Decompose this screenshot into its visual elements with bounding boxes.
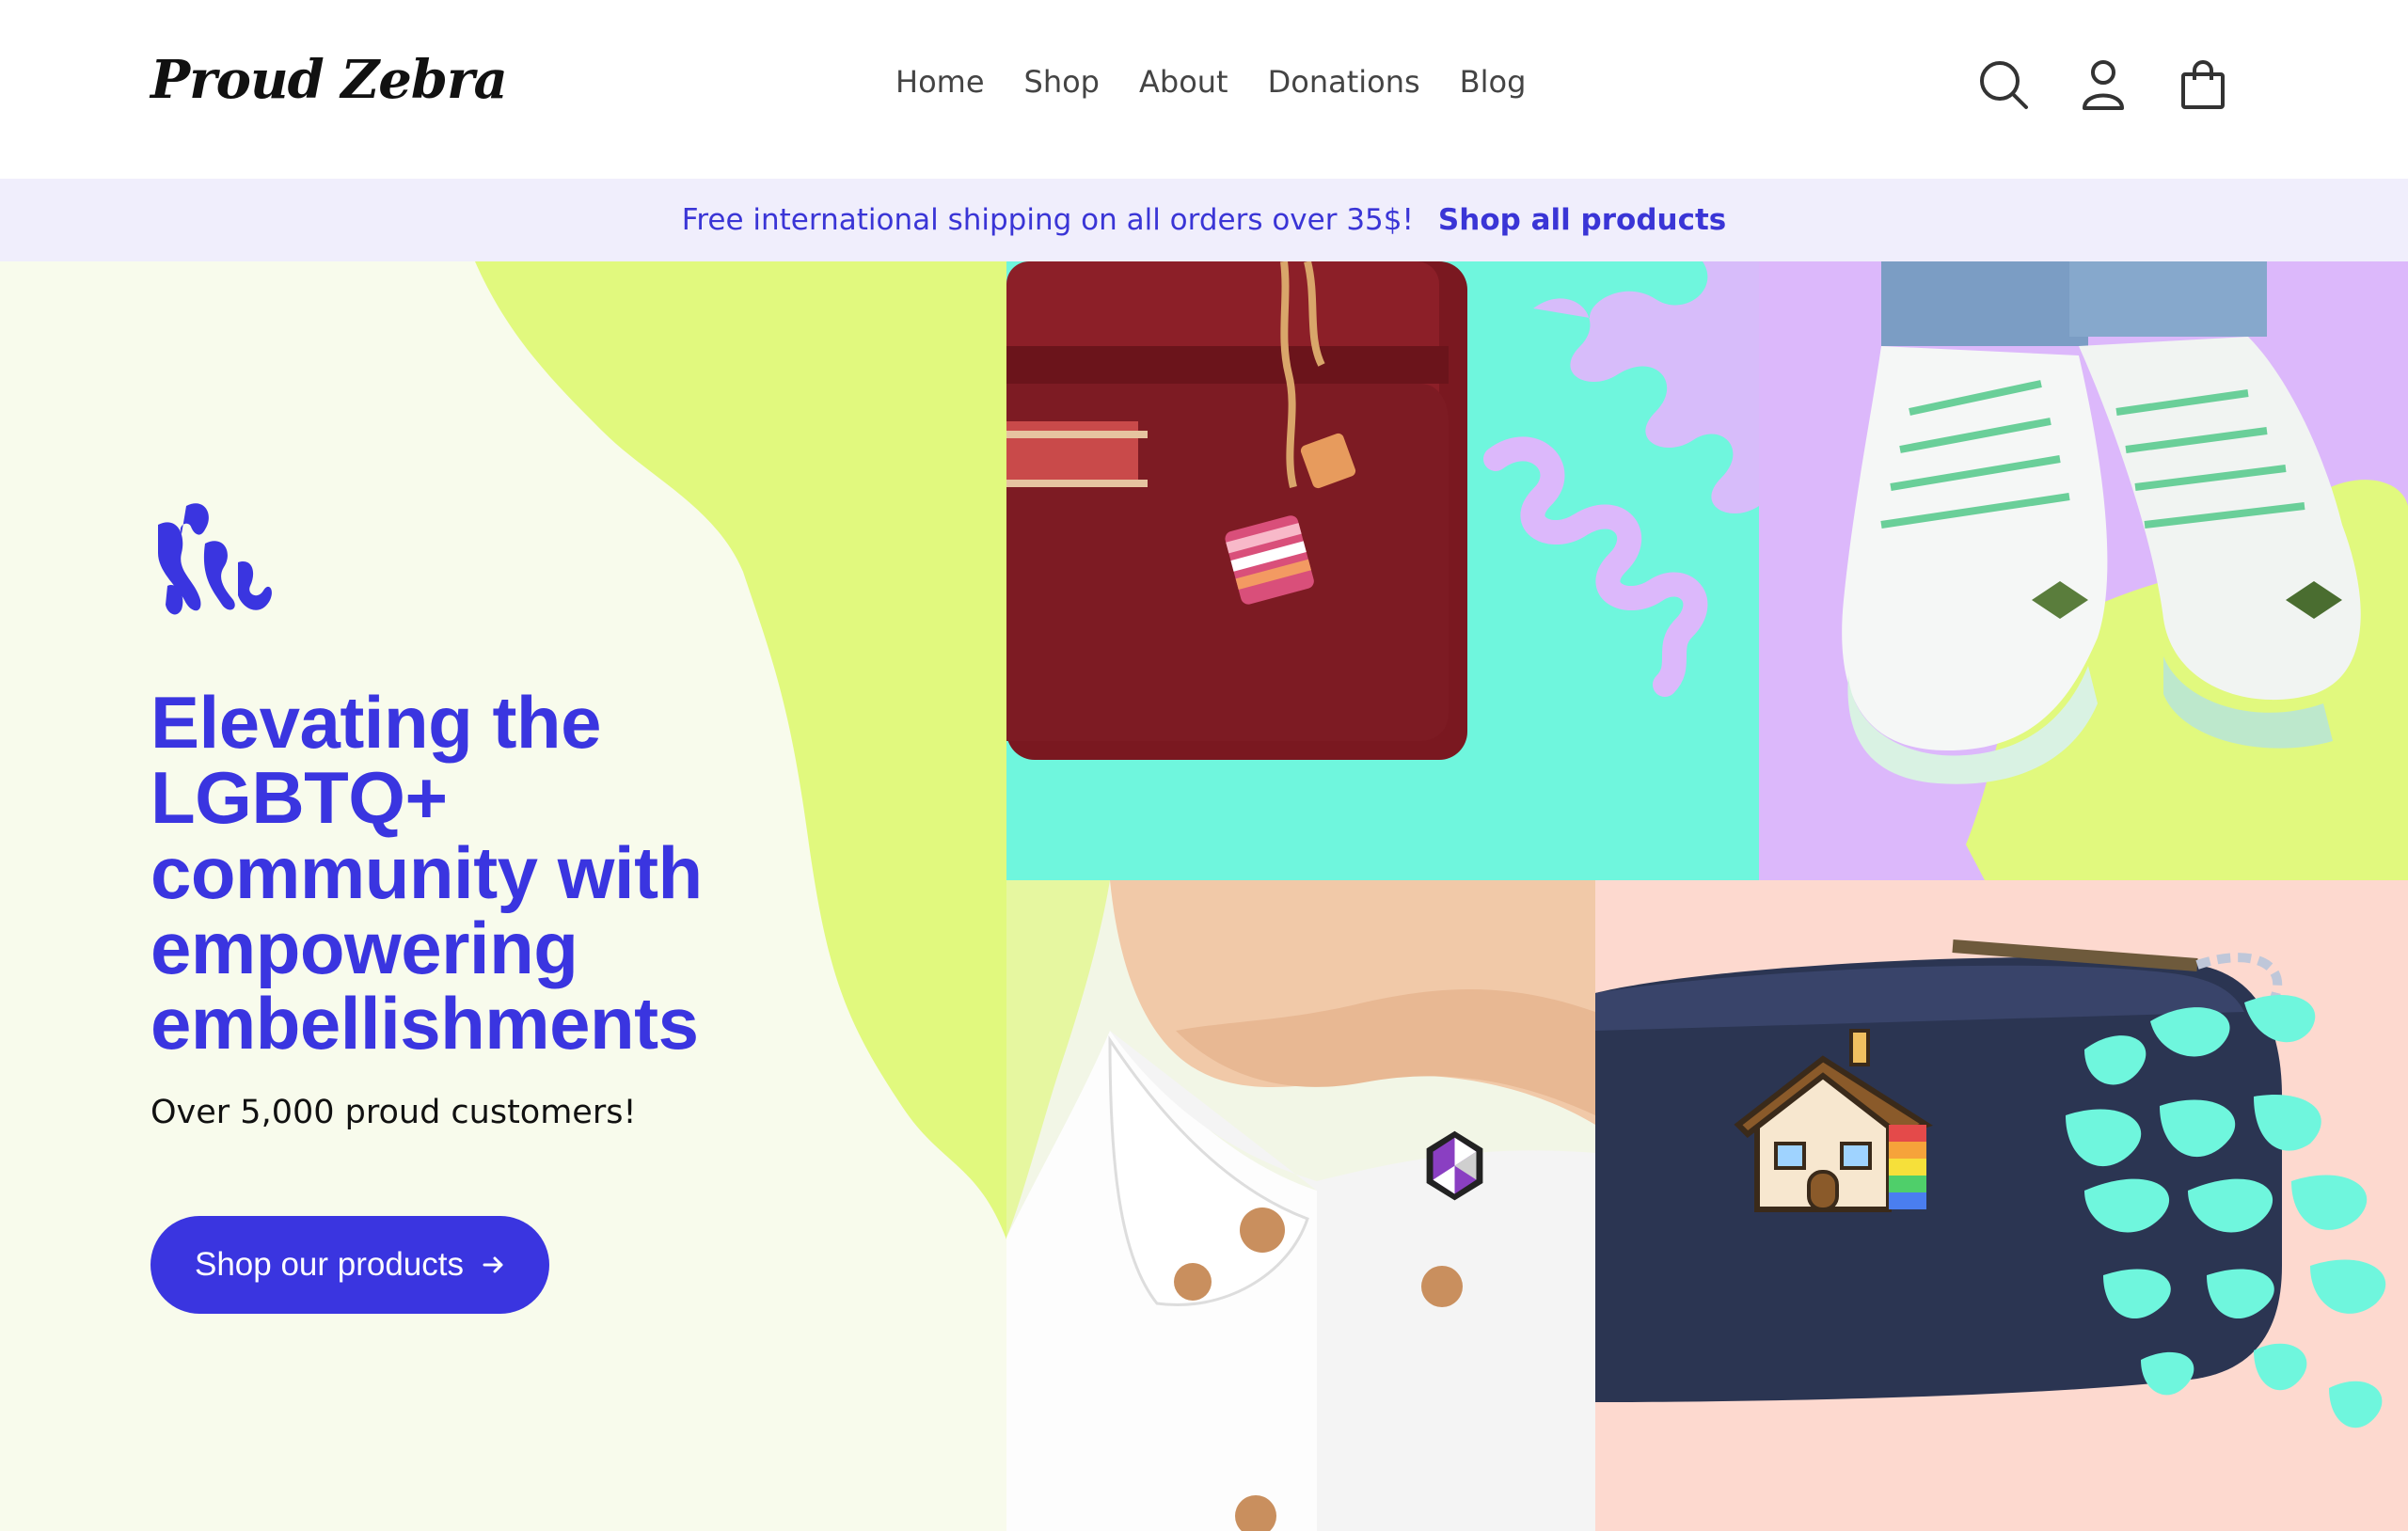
product-image-pouch-pin[interactable] [1595,880,2408,1531]
collar-pin-illustration [1006,880,1595,1531]
header-icons [1977,58,2229,111]
site-logo[interactable]: Proud Zebra [150,49,508,111]
nav-home[interactable]: Home [895,64,985,100]
zebra-mark-icon [158,503,272,615]
cta-label: Shop our products [194,1246,464,1283]
hero-subline: Over 5,000 proud customers! [150,1094,637,1131]
bag-keychain-illustration [1006,261,1759,760]
account-icon[interactable] [2077,58,2130,111]
search-icon[interactable] [1977,58,2030,111]
hero-section: Elevating the LGBTQ+ community with empo… [0,261,1006,1531]
arrow-right-icon [483,1256,503,1273]
sneakers-illustration [1842,261,2408,880]
pouch-pin-illustration [1595,939,2386,1428]
nav-about[interactable]: About [1139,64,1228,100]
announcement-text: Free international shipping on all order… [681,203,1414,237]
cart-icon[interactable] [2177,58,2229,111]
site-header: Proud Zebra Home Shop About Donations Bl… [0,0,2408,179]
nav-donations[interactable]: Donations [1268,64,1420,100]
product-image-sneakers[interactable] [1759,261,2408,880]
shop-all-link[interactable]: Shop all products [1438,203,1726,237]
hero-headline: Elevating the LGBTQ+ community with empo… [150,681,703,1065]
product-image-collar-pin[interactable] [1006,880,1595,1531]
main-nav: Home Shop About Donations Blog [895,64,1526,100]
announcement-bar: Free international shipping on all order… [0,179,2408,261]
nav-shop[interactable]: Shop [1024,64,1100,100]
shop-products-button[interactable]: Shop our products [150,1216,549,1314]
product-image-bag-keychain[interactable] [1006,261,1759,880]
nav-blog[interactable]: Blog [1460,64,1527,100]
